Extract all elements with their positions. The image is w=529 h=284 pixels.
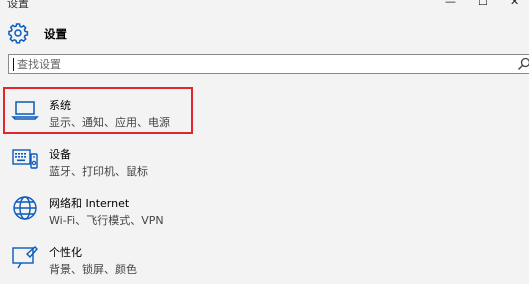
highlight-box [3, 87, 193, 134]
close-button[interactable]: ✕ [510, 0, 519, 8]
item-name: 设备 [49, 146, 71, 162]
settings-item-devices[interactable]: 设备 蓝牙、打印机、鼠标 [8, 144, 208, 186]
item-description: 蓝牙、打印机、鼠标 [49, 163, 148, 179]
title-bar: 设置 — ☐ ✕ [0, 0, 529, 10]
search-box[interactable] [8, 54, 529, 74]
item-description: Wi-Fi、飞行模式、VPN [49, 212, 164, 228]
search-input[interactable] [17, 56, 497, 72]
search-icon[interactable] [517, 57, 529, 71]
personalization-icon [11, 244, 39, 270]
maximize-button[interactable]: ☐ [478, 0, 488, 8]
minimize-button[interactable]: — [445, 0, 456, 8]
item-description: 背景、锁屏、颜色 [49, 261, 137, 277]
item-name: 网络和 Internet [49, 195, 129, 211]
gear-icon [7, 22, 29, 44]
globe-icon [11, 195, 39, 221]
settings-item-network[interactable]: 网络和 Internet Wi-Fi、飞行模式、VPN [8, 193, 208, 235]
devices-icon [11, 146, 39, 172]
page-title: 设置 [44, 26, 67, 42]
settings-item-personalization[interactable]: 个性化 背景、锁屏、颜色 [8, 242, 208, 284]
window-title: 设置 [7, 0, 29, 11]
item-name: 个性化 [49, 244, 82, 260]
